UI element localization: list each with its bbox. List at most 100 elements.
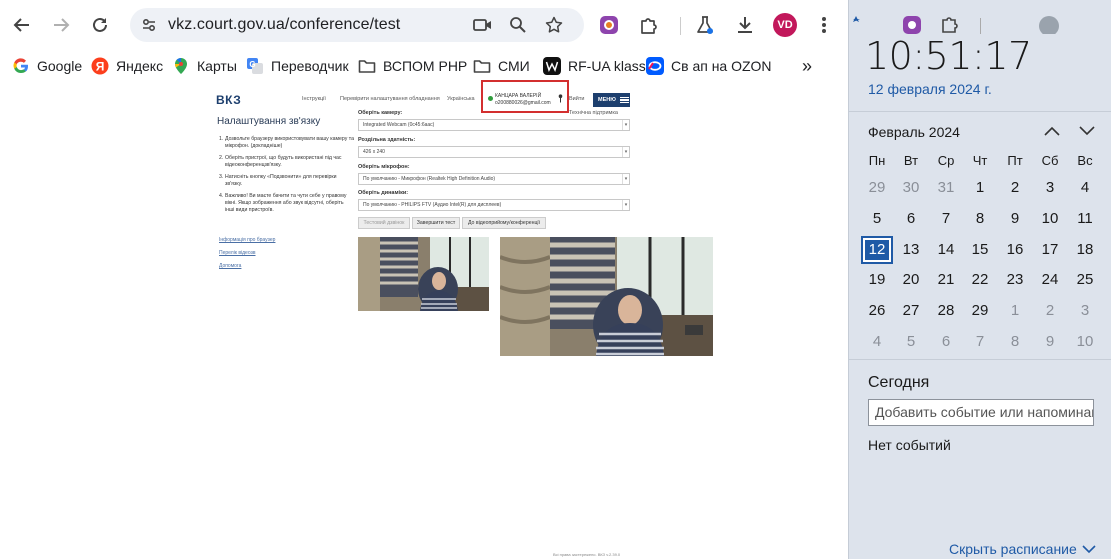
extension-colorful-icon[interactable] (596, 12, 622, 38)
next-month-button[interactable] (1077, 122, 1097, 140)
calendar-day[interactable]: 7 (930, 205, 962, 233)
bookmark-google[interactable]: Google (12, 54, 82, 78)
menu-button[interactable]: МЕНЮ (593, 93, 630, 107)
bookmark-star-icon[interactable] (544, 15, 564, 35)
calendar-day[interactable]: 17 (1034, 236, 1066, 264)
site-info-button[interactable] (136, 12, 162, 38)
calendar-day[interactable]: 9 (999, 205, 1031, 233)
calendar-day[interactable]: 8 (964, 205, 996, 233)
camera-select[interactable]: Integrated Webcam (0c45:6aac) ▾ (358, 119, 630, 131)
calendar-day[interactable]: 2 (999, 174, 1031, 202)
calendar-day[interactable]: 6 (895, 205, 927, 233)
translate-icon: G (246, 57, 264, 75)
site-logo[interactable]: ВКЗ (216, 93, 241, 107)
month-year-label[interactable]: Февраль 2024 (868, 124, 960, 140)
clock-time: 10:51:17 (865, 34, 1032, 78)
weekday-label: Чт (972, 153, 988, 168)
google-icon (12, 57, 30, 75)
more-bookmarks-button[interactable]: » (802, 54, 812, 78)
profile-avatar[interactable]: VD (773, 13, 797, 37)
calendar-day[interactable]: 4 (1069, 174, 1101, 202)
calendar-day[interactable]: 25 (1069, 266, 1101, 294)
calendar-day[interactable]: 3 (1069, 297, 1101, 325)
calendar-day[interactable]: 2 (1034, 297, 1066, 325)
previous-month-button[interactable] (1042, 122, 1062, 140)
address-bar[interactable]: vkz.court.gov.ua/conference/test (130, 8, 584, 42)
download-icon[interactable] (732, 12, 758, 38)
calendar-day[interactable]: 15 (964, 236, 996, 264)
hide-schedule-button[interactable]: Скрыть расписание (949, 541, 1096, 557)
calendar-day[interactable]: 8 (999, 328, 1031, 356)
zoom-icon[interactable] (508, 15, 528, 35)
reload-button[interactable] (85, 10, 115, 40)
extensions-puzzle-icon[interactable] (636, 12, 662, 38)
video-list-link[interactable]: Перелік відеозв (219, 250, 256, 256)
calendar-day[interactable]: 23 (999, 266, 1031, 294)
help-link[interactable]: Допомога (219, 263, 241, 269)
add-event-input[interactable]: Добавить событие или напоминание (868, 399, 1094, 426)
calendar-day[interactable]: 7 (964, 328, 996, 356)
calendar-day[interactable]: 29 (964, 297, 996, 325)
calendar-day[interactable]: 18 (1069, 236, 1101, 264)
tech-support-link[interactable]: Технічна підтримка (569, 110, 618, 116)
calendar-day[interactable]: 16 (999, 236, 1031, 264)
calendar-day[interactable]: 21 (930, 266, 962, 294)
calendar-day[interactable]: 24 (1034, 266, 1066, 294)
browser-info-link[interactable]: Інформація про браузер (219, 237, 275, 243)
go-to-conference-button[interactable]: До відеоприйому/конференції (462, 217, 546, 229)
calendar-day[interactable]: 3 (1034, 174, 1066, 202)
calendar-day[interactable]: 29 (861, 174, 893, 202)
calendar-day[interactable]: 22 (964, 266, 996, 294)
calendar-day[interactable]: 31 (930, 174, 962, 202)
calendar-day[interactable]: 9 (1034, 328, 1066, 356)
url-text[interactable]: vkz.court.gov.ua/conference/test (168, 16, 400, 34)
bookmark-folder-media[interactable]: СМИ (473, 54, 530, 78)
bookmark-yandex[interactable]: Я Яндекс (91, 54, 163, 78)
calendar-day[interactable]: 19 (861, 266, 893, 294)
w-logo-icon (543, 57, 561, 75)
calendar-day[interactable]: 30 (895, 174, 927, 202)
bookmark-folder-php[interactable]: ВСПОМ PHP (358, 54, 467, 78)
calendar-day[interactable]: 26 (861, 297, 893, 325)
header-link-instructions[interactable]: Інструкції (302, 96, 326, 102)
calendar-day[interactable]: 28 (930, 297, 962, 325)
calendar-day[interactable]: 14 (930, 236, 962, 264)
end-test-button[interactable]: Завершити тест (412, 217, 460, 229)
calendar-day-today[interactable]: 12 (861, 236, 893, 264)
calendar-day[interactable]: 27 (895, 297, 927, 325)
exit-link[interactable]: Вийти (569, 96, 584, 102)
labs-flask-icon[interactable] (692, 12, 718, 38)
chevron-down-icon: ▾ (622, 147, 629, 157)
speakers-select[interactable]: По умолчанию - PHILIPS FTV (Аудио Intel(… (358, 199, 630, 211)
folder-icon (358, 57, 376, 75)
language-selector[interactable]: Українська (447, 96, 475, 102)
calendar-day[interactable]: 1 (964, 174, 996, 202)
test-call-button[interactable]: Тестовий дзвінок (358, 217, 410, 229)
bookmark-translate[interactable]: G Переводчик (246, 54, 349, 78)
menu-kebab-icon[interactable] (811, 12, 837, 38)
yandex-icon: Я (91, 57, 109, 75)
calendar-day[interactable]: 20 (895, 266, 927, 294)
resolution-select[interactable]: 426 x 240 ▾ (358, 146, 630, 158)
camera-in-use-icon[interactable] (473, 15, 493, 35)
chevron-down-icon: ▾ (622, 120, 629, 130)
microphone-select[interactable]: По умолчанию - Микрофон (Realtek High De… (358, 173, 630, 185)
bookmark-rf-ua-klass[interactable]: RF-UA klass (543, 54, 646, 78)
back-button[interactable] (7, 10, 37, 40)
header-link-check-equipment[interactable]: Перевірити налаштування обладнання (340, 96, 440, 102)
calendar-day[interactable]: 6 (930, 328, 962, 356)
bookmark-ozon[interactable]: Св ап на OZON (646, 54, 772, 78)
calendar-day[interactable]: 5 (895, 328, 927, 356)
bookmark-maps[interactable]: Карты (172, 54, 237, 78)
taskbar-icons-peek (849, 8, 1111, 34)
calendar-day[interactable]: 11 (1069, 205, 1101, 233)
calendar-day[interactable]: 10 (1069, 328, 1101, 356)
forward-button[interactable] (46, 10, 76, 40)
full-date-link[interactable]: 12 февраля 2024 г. (868, 81, 992, 97)
calendar-day[interactable]: 4 (861, 328, 893, 356)
calendar-day[interactable]: 10 (1034, 205, 1066, 233)
calendar-day[interactable]: 1 (999, 297, 1031, 325)
calendar-day[interactable]: 13 (895, 236, 927, 264)
divider (849, 111, 1111, 112)
calendar-day[interactable]: 5 (861, 205, 893, 233)
